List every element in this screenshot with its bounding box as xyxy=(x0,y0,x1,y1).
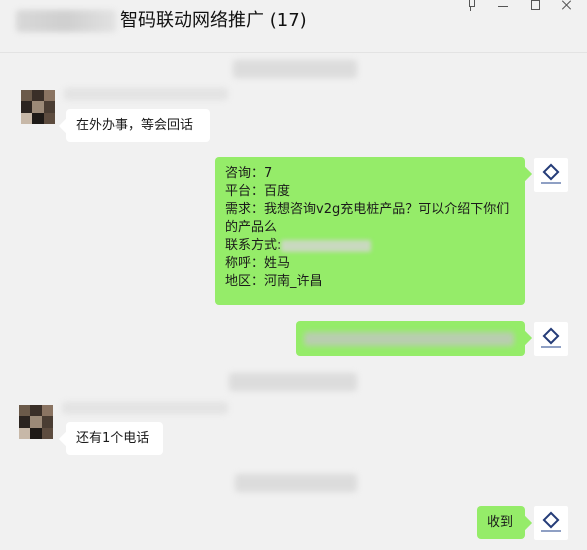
message-line: 咨询：7 xyxy=(225,166,273,181)
message-bubble-incoming[interactable]: 还有1个电话 xyxy=(66,422,163,455)
contact-redacted xyxy=(281,239,372,252)
minimize-icon[interactable] xyxy=(497,0,509,12)
message-line-contact: 联系方式: xyxy=(225,237,515,255)
avatar-pixel xyxy=(32,112,44,124)
close-icon[interactable] xyxy=(561,0,573,12)
message-text: 还有1个电话 xyxy=(76,431,150,446)
message-bubble-outgoing[interactable]: 收到 xyxy=(477,506,525,539)
avatar-pixel xyxy=(32,90,44,102)
message-text: 在外办事，等会回话 xyxy=(76,118,194,133)
timestamp-redacted xyxy=(235,474,357,492)
avatar[interactable] xyxy=(534,506,568,540)
timestamp-redacted xyxy=(233,60,357,78)
avatar-pixel xyxy=(41,427,53,439)
message-redacted xyxy=(304,332,514,346)
chat-title: 智码联动网络推广 (17) xyxy=(120,10,307,31)
sender-name-redacted xyxy=(62,402,228,414)
avatar-pixel xyxy=(21,112,33,124)
avatar-pixel xyxy=(41,405,53,417)
avatar-pixel xyxy=(19,405,31,417)
message-line: 平台：百度 xyxy=(225,184,291,199)
message-line: 需求：我想咨询v2g充电桩产品？可以介绍下你们的产品么 xyxy=(225,202,510,235)
sender-name-redacted xyxy=(64,88,228,100)
avatar[interactable] xyxy=(534,158,568,192)
avatar[interactable] xyxy=(19,405,53,439)
avatar-pixel xyxy=(30,416,42,428)
avatar-pixel xyxy=(43,90,55,102)
pin-icon[interactable] xyxy=(465,0,477,12)
message-bubble-outgoing-redacted[interactable] xyxy=(296,321,525,356)
company-logo-icon xyxy=(542,327,560,345)
chat-title-bar: 智码联动网络推广 (17) xyxy=(0,0,587,53)
redacted-title-prefix xyxy=(16,10,116,32)
avatar-pixel xyxy=(32,101,44,113)
timestamp-redacted xyxy=(229,373,357,391)
avatar-pixel xyxy=(21,90,33,102)
maximize-icon[interactable] xyxy=(529,0,541,12)
message-line: 称呼：姓马 xyxy=(225,256,291,271)
avatar-pixel xyxy=(21,101,33,113)
message-bubble-outgoing[interactable]: 咨询：7 平台：百度 需求：我想咨询v2g充电桩产品？可以介绍下你们的产品么 联… xyxy=(215,157,525,305)
avatar-pixel xyxy=(30,427,42,439)
avatar[interactable] xyxy=(21,90,55,124)
avatar-pixel xyxy=(19,416,31,428)
avatar-pixel xyxy=(19,427,31,439)
avatar-pixel xyxy=(30,405,42,417)
avatar[interactable] xyxy=(534,322,568,356)
company-logo-icon xyxy=(542,511,560,529)
avatar-pixel xyxy=(41,416,53,428)
avatar-pixel xyxy=(43,101,55,113)
message-bubble-incoming[interactable]: 在外办事，等会回话 xyxy=(66,109,210,142)
message-line: 地区：河南_许昌 xyxy=(225,274,323,289)
message-text: 收到 xyxy=(487,515,514,530)
avatar-pixel xyxy=(43,112,55,124)
company-logo-icon xyxy=(542,163,560,181)
window-controls xyxy=(465,0,587,14)
